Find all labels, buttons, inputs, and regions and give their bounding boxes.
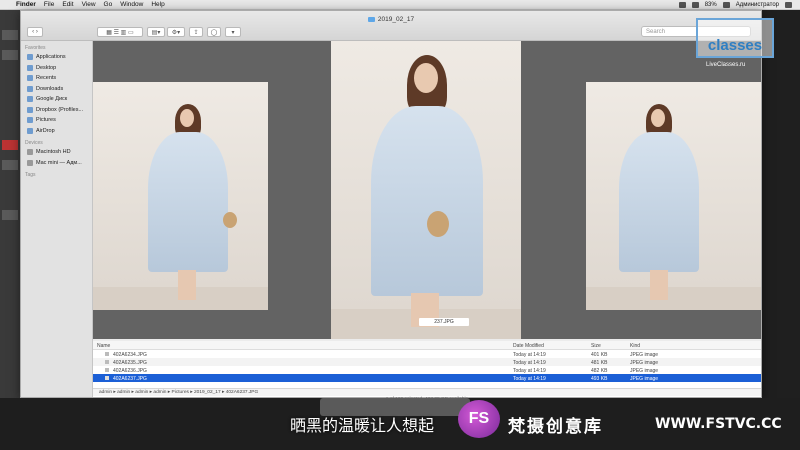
model-face — [651, 109, 665, 127]
sidebar-item-recents[interactable]: Recents — [21, 73, 92, 84]
background-thumb — [2, 30, 18, 40]
sidebar: Favorites Applications Desktop Recents D… — [21, 41, 93, 397]
menu-view[interactable]: View — [82, 1, 96, 8]
sidebar-item-pictures[interactable]: Pictures — [21, 115, 92, 126]
column-size[interactable]: Size — [591, 343, 601, 349]
column-name[interactable]: Name — [97, 343, 110, 349]
menu-edit[interactable]: Edit — [62, 1, 73, 8]
sidebar-item-desktop[interactable]: Desktop — [21, 63, 92, 74]
model-dress — [148, 132, 228, 272]
model-bag — [427, 211, 449, 237]
devices-heading: Devices — [25, 140, 43, 146]
finder-window: 2019_02_17 ‹ › ▦ ☰ ▥ ▭ ▤▾ ⚙▾ ⇪ ◯ ▾ Searc… — [20, 10, 762, 402]
sidebar-item-mac-mini[interactable]: Mac mini — Адм... — [21, 158, 92, 169]
tag-button[interactable]: ◯ — [207, 27, 221, 37]
model-bag — [223, 212, 237, 228]
title-bar: 2019_02_17 ‹ › ▦ ☰ ▥ ▭ ▤▾ ⚙▾ ⇪ ◯ ▾ Searc… — [21, 11, 761, 41]
background-app-strip — [0, 10, 20, 450]
model-dress — [619, 132, 699, 272]
jpeg-file-icon — [105, 368, 109, 372]
search-icon[interactable] — [785, 2, 792, 8]
jpeg-file-icon — [105, 376, 109, 380]
brand-url: WWW.FSTVC.CC — [655, 416, 782, 432]
list-item[interactable]: 402A6235.JPG Today at 14:19 481 KB JPEG … — [93, 358, 761, 366]
preview-photo-left[interactable] — [93, 82, 268, 310]
sidebar-item-google-drive[interactable]: Google Диск — [21, 94, 92, 105]
dropbox-icon — [27, 106, 33, 113]
background-right-panel — [762, 10, 800, 450]
jpeg-file-icon — [105, 352, 109, 356]
view-mode-buttons[interactable]: ▦ ☰ ▥ ▭ — [97, 27, 143, 37]
model-legs — [650, 270, 668, 300]
menu-go[interactable]: Go — [104, 1, 113, 8]
preview-photo-center[interactable] — [331, 41, 521, 339]
airdrop-icon — [27, 127, 33, 134]
sidebar-item-macintosh-hd[interactable]: Macintosh HD — [21, 147, 92, 158]
preview-photo-right[interactable] — [586, 82, 761, 310]
recents-icon — [27, 75, 33, 82]
user-name[interactable]: Администратор — [736, 2, 779, 8]
back-forward-buttons[interactable]: ‹ › — [27, 27, 43, 37]
menu-finder[interactable]: Finder — [16, 1, 36, 8]
menu-file[interactable]: File — [44, 1, 54, 8]
dropbox-button[interactable]: ▾ — [225, 27, 241, 37]
volume-icon[interactable] — [691, 2, 699, 8]
path-bar[interactable]: admin ▸ admin ▸ admin ▸ admin ▸ Pictures… — [93, 388, 761, 396]
sidebar-item-downloads[interactable]: Downloads — [21, 84, 92, 95]
list-item[interactable]: 402A6234.JPG Today at 14:19 401 KB JPEG … — [93, 350, 761, 358]
quick-look-preview — [93, 41, 761, 339]
background-thumb — [2, 50, 18, 60]
classes-logo: classes — [696, 18, 774, 58]
list-item-selected[interactable]: 402A6237.JPG Today at 14:19 493 KB JPEG … — [93, 374, 761, 382]
background-thumb — [2, 140, 18, 150]
battery-percent[interactable]: 83% — [705, 2, 717, 8]
fs-logo-badge: FS — [458, 400, 500, 438]
arrange-button[interactable]: ▤▾ — [147, 27, 165, 37]
pictures-icon — [27, 117, 33, 124]
desktop-icon — [27, 64, 33, 71]
downloads-icon — [27, 85, 33, 92]
menu-bar: Finder File Edit View Go Window Help 83%… — [0, 0, 800, 10]
column-kind[interactable]: Kind — [630, 343, 640, 349]
hard-drive-icon — [27, 149, 33, 156]
list-item[interactable]: 402A6236.JPG Today at 14:19 482 KB JPEG … — [93, 366, 761, 374]
google-drive-icon — [27, 96, 33, 103]
list-header: Name Date Modified Size Kind — [93, 341, 761, 350]
action-gear-button[interactable]: ⚙▾ — [167, 27, 185, 37]
sidebar-item-dropbox[interactable]: Dropbox (Profiles... — [21, 105, 92, 116]
menu-window[interactable]: Window — [120, 1, 143, 8]
model-face — [414, 63, 438, 93]
background-thumb — [2, 160, 18, 170]
sidebar-item-applications[interactable]: Applications — [21, 52, 92, 63]
folder-icon — [367, 16, 375, 22]
column-date-modified[interactable]: Date Modified — [513, 343, 544, 349]
menu-help[interactable]: Help — [151, 1, 164, 8]
share-button[interactable]: ⇪ — [189, 27, 203, 37]
computer-icon — [27, 159, 33, 166]
watermark-url: LiveClasses.ru — [706, 62, 746, 68]
quick-look-filename: 237.JPG — [419, 318, 469, 326]
background-thumb — [2, 210, 18, 220]
menubar-status-area: 83% Администратор — [678, 0, 792, 10]
sidebar-item-airdrop[interactable]: AirDrop — [21, 126, 92, 137]
brand-name: 梵摄创意库 — [508, 417, 603, 437]
model-face — [180, 109, 194, 127]
tags-heading: Tags — [25, 172, 36, 178]
jpeg-file-icon — [105, 360, 109, 364]
display-icon[interactable] — [678, 2, 686, 8]
video-subtitle: 晒黑的温暖让人想起 — [290, 416, 435, 435]
favorites-heading: Favorites — [25, 45, 46, 51]
photo-floor — [586, 287, 761, 310]
model-legs — [178, 270, 196, 300]
wifi-icon[interactable] — [722, 2, 730, 8]
model-dress — [371, 106, 483, 296]
applications-icon — [27, 54, 33, 61]
window-title: 2019_02_17 — [21, 16, 761, 23]
